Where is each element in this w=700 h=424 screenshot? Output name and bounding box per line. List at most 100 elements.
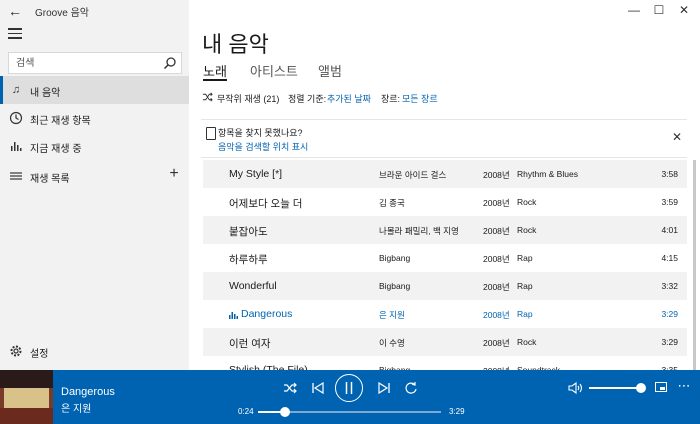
genre-dropdown[interactable]: 모든 장르 <box>402 92 438 105</box>
volume-icon[interactable] <box>567 381 583 395</box>
sidebar-item-label: 내 음악 <box>30 88 61 99</box>
now-playing-artist[interactable]: 은 지원 <box>61 400 91 415</box>
minimize-icon[interactable]: — <box>624 2 644 18</box>
song-row[interactable]: 붙잡아도 나몰라 패밀리, 백 지영 2008년 Rock 4:01 <box>203 216 687 244</box>
now-playing-equalizer-icon <box>229 312 238 319</box>
hamburger-menu-icon[interactable] <box>8 28 22 40</box>
sidebar-item-settings[interactable]: 설정 <box>0 337 189 365</box>
close-icon[interactable]: ✕ <box>672 130 682 144</box>
search-input[interactable] <box>9 53 156 73</box>
song-duration: 4:15 <box>661 253 678 263</box>
pause-icon <box>345 382 353 394</box>
music-note-icon: ♫ <box>11 84 21 96</box>
song-row[interactable]: Wonderful Bigbang 2008년 Rap 3:32 <box>203 272 687 300</box>
notice-link[interactable]: 음악을 검색할 위치 표시 <box>218 140 308 153</box>
playlist-icon <box>10 172 22 180</box>
song-duration: 3:32 <box>661 281 678 291</box>
song-genre: Rap <box>517 309 533 319</box>
song-row[interactable]: 이런 여자 이 수영 2008년 Rock 3:29 <box>203 328 687 356</box>
song-duration: 3:58 <box>661 169 678 179</box>
total-time: 3:29 <box>449 407 465 416</box>
repeat-icon[interactable] <box>403 381 419 395</box>
tab-albums[interactable]: 앨범 <box>318 61 342 80</box>
sidebar-item-label: 재생 목록 <box>30 174 70 185</box>
sidebar-item-label: 지금 재생 중 <box>30 144 82 155</box>
song-year: 2008년 <box>483 226 510 236</box>
now-playing-title[interactable]: Dangerous <box>61 386 115 398</box>
mini-view-icon[interactable] <box>655 382 667 392</box>
song-genre: Rap <box>517 253 533 263</box>
phone-icon <box>206 127 216 140</box>
song-row[interactable]: Stylish (The File)Bigbang2008년Soundtrack… <box>203 356 687 370</box>
tab-songs[interactable]: 노래 <box>203 61 227 80</box>
song-artist: 나몰라 패밀리, 백 지영 <box>379 226 459 236</box>
sort-label: 정렬 기준: <box>288 94 327 104</box>
song-duration: 3:29 <box>661 337 678 347</box>
volume-slider[interactable] <box>589 387 641 389</box>
song-title: My Style [*] <box>229 168 283 180</box>
scrollbar[interactable] <box>693 160 696 370</box>
sidebar-item-recent[interactable]: 최근 재생 항목 <box>0 104 189 132</box>
song-year: 2008년 <box>483 254 510 264</box>
song-title: Dangerous <box>241 308 293 320</box>
song-genre: Rap <box>517 281 533 291</box>
song-list: My Style [*] 브라운 아이드 걸스 2008년 Rhythm & Blue… <box>203 160 687 370</box>
album-art[interactable] <box>0 370 53 424</box>
song-year: 2008년 <box>483 282 510 292</box>
sort-dropdown[interactable]: 추가된 날짜 <box>327 92 371 105</box>
page-title: 내 음악 <box>202 32 269 57</box>
song-row[interactable]: 하루하루 Bigbang 2008년 Rap 4:15 <box>203 244 687 272</box>
notice-title: 항목을 찾지 못했나요? <box>218 128 303 138</box>
clock-icon <box>9 111 23 125</box>
genre-label: 장르: <box>381 94 401 104</box>
notice-banner: 항목을 찾지 못했나요? 음악을 검색할 위치 표시 ✕ <box>201 119 687 158</box>
song-row[interactable]: 어제보다 오늘 더 김 종국 2008년 Rock 3:59 <box>203 188 687 216</box>
sidebar-item-playlists[interactable]: 재생 목록 <box>0 162 189 190</box>
song-genre: Rock <box>517 225 537 235</box>
sidebar-item-now-playing[interactable]: 지금 재생 중 <box>0 132 189 160</box>
next-track-icon[interactable] <box>376 381 392 395</box>
tab-artists[interactable]: 아티스트 <box>250 61 298 80</box>
player-bar: Dangerous 은 지원 0:24 3:29 ⋯ <box>0 370 700 424</box>
back-arrow-icon[interactable]: ← <box>6 3 24 19</box>
current-time: 0:24 <box>238 407 254 416</box>
add-playlist-icon[interactable]: + <box>167 166 181 182</box>
pause-button[interactable] <box>335 374 363 402</box>
shuffle-all-button[interactable]: 무작위 재생 (21) <box>217 92 279 105</box>
more-options-icon[interactable]: ⋯ <box>676 379 692 393</box>
previous-track-icon[interactable] <box>310 381 326 395</box>
shuffle-button-icon[interactable] <box>282 381 298 395</box>
close-window-icon[interactable]: ✕ <box>674 2 694 18</box>
song-duration: 3:59 <box>661 197 678 207</box>
gear-icon <box>10 345 22 357</box>
maximize-icon[interactable]: ☐ <box>649 2 669 18</box>
volume-thumb[interactable] <box>636 383 646 393</box>
song-title: 어제보다 오늘 더 <box>229 198 303 210</box>
song-row[interactable]: Dangerous 은 지원 2008년 Rap 3:29 <box>203 300 687 328</box>
search-icon[interactable] <box>163 56 177 70</box>
song-year: 2008년 <box>483 338 510 348</box>
song-title: 이런 여자 <box>229 338 271 350</box>
song-artist: Bigbang <box>379 253 411 263</box>
sidebar-item-label: 최근 재생 항목 <box>30 116 91 127</box>
search-box[interactable] <box>8 52 182 74</box>
song-year: 2008년 <box>483 170 510 180</box>
song-artist: Bigbang <box>379 281 411 291</box>
equalizer-icon <box>11 142 22 151</box>
song-artist: 은 지원 <box>379 310 405 320</box>
song-artist: 이 수영 <box>379 338 405 348</box>
sidebar-item-my-music[interactable]: ♫ 내 음악 <box>0 76 189 104</box>
song-duration: 3:29 <box>661 309 678 319</box>
song-year: 2008년 <box>483 198 510 208</box>
song-genre: Rhythm & Blues <box>517 169 578 179</box>
progress-thumb[interactable] <box>280 407 290 417</box>
song-title: 붙잡아도 <box>229 226 268 238</box>
song-title: Wonderful <box>229 280 277 292</box>
song-genre: Rock <box>517 197 537 207</box>
shuffle-icon[interactable] <box>202 92 213 102</box>
song-row[interactable]: My Style [*] 브라운 아이드 걸스 2008년 Rhythm & Blue… <box>203 160 687 188</box>
song-genre: Rock <box>517 337 537 347</box>
song-artist: 브라운 아이드 걸스 <box>379 170 447 180</box>
song-year: 2008년 <box>483 310 510 320</box>
song-artist: 김 종국 <box>379 198 405 208</box>
